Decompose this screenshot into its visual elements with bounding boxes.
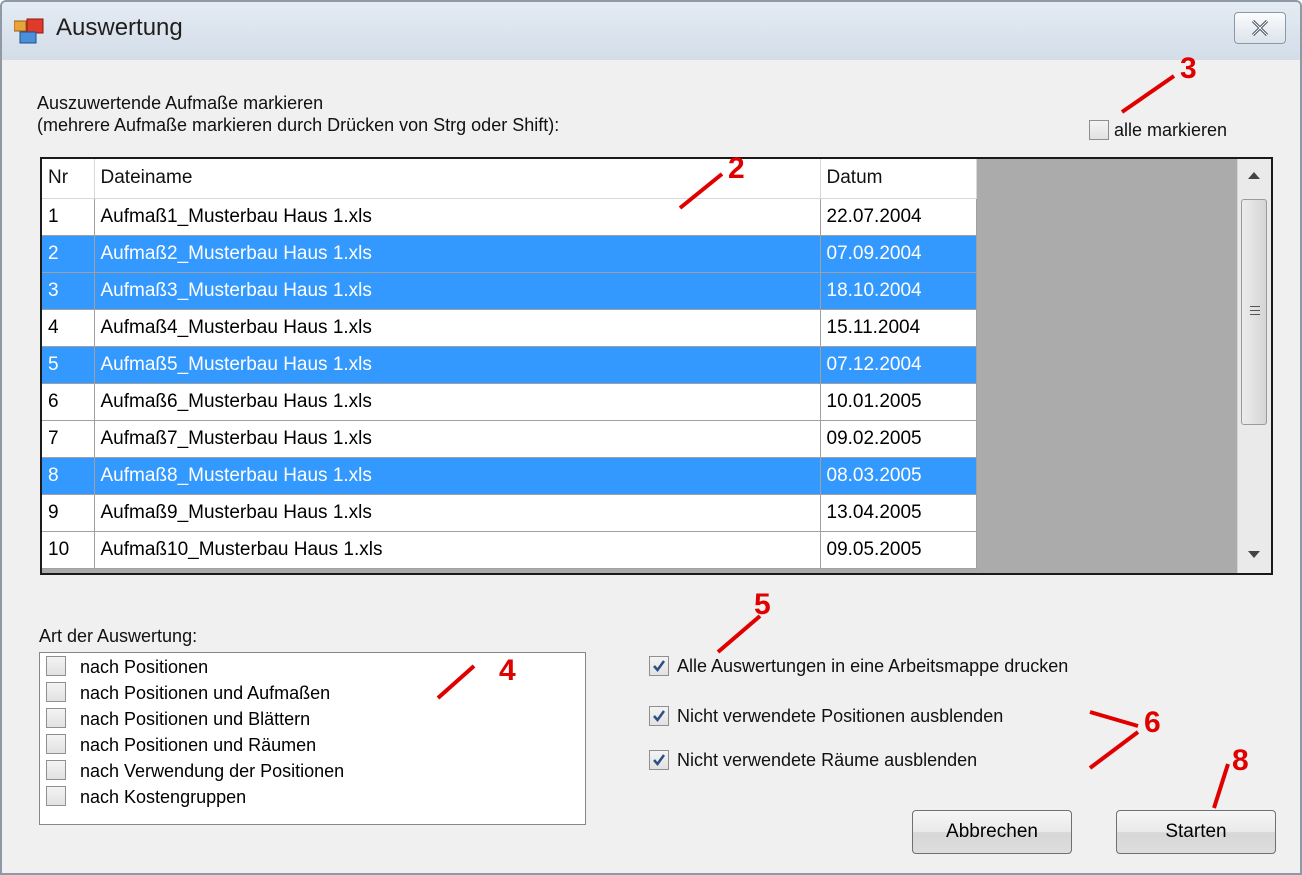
annotation-number-2: 2 [728,152,745,185]
annotation-line-4 [436,664,476,700]
annotation-line-2 [678,172,724,210]
annotation-number-6: 6 [1144,706,1161,739]
annotation-line-3 [1120,74,1176,114]
annotation-number-4: 4 [499,654,516,687]
annotation-number-8: 8 [1232,744,1249,777]
annotation-lines [436,74,1230,809]
annotation-number-3: 3 [1180,52,1197,85]
annotation-line-6b [1088,730,1140,770]
annotation-line-8 [1212,763,1230,809]
dialog-window: Auswertung Auszuwertende Aufmaße markier… [0,0,1302,875]
annotation-line-6a [1089,710,1139,728]
annotation-number-5: 5 [754,588,771,621]
